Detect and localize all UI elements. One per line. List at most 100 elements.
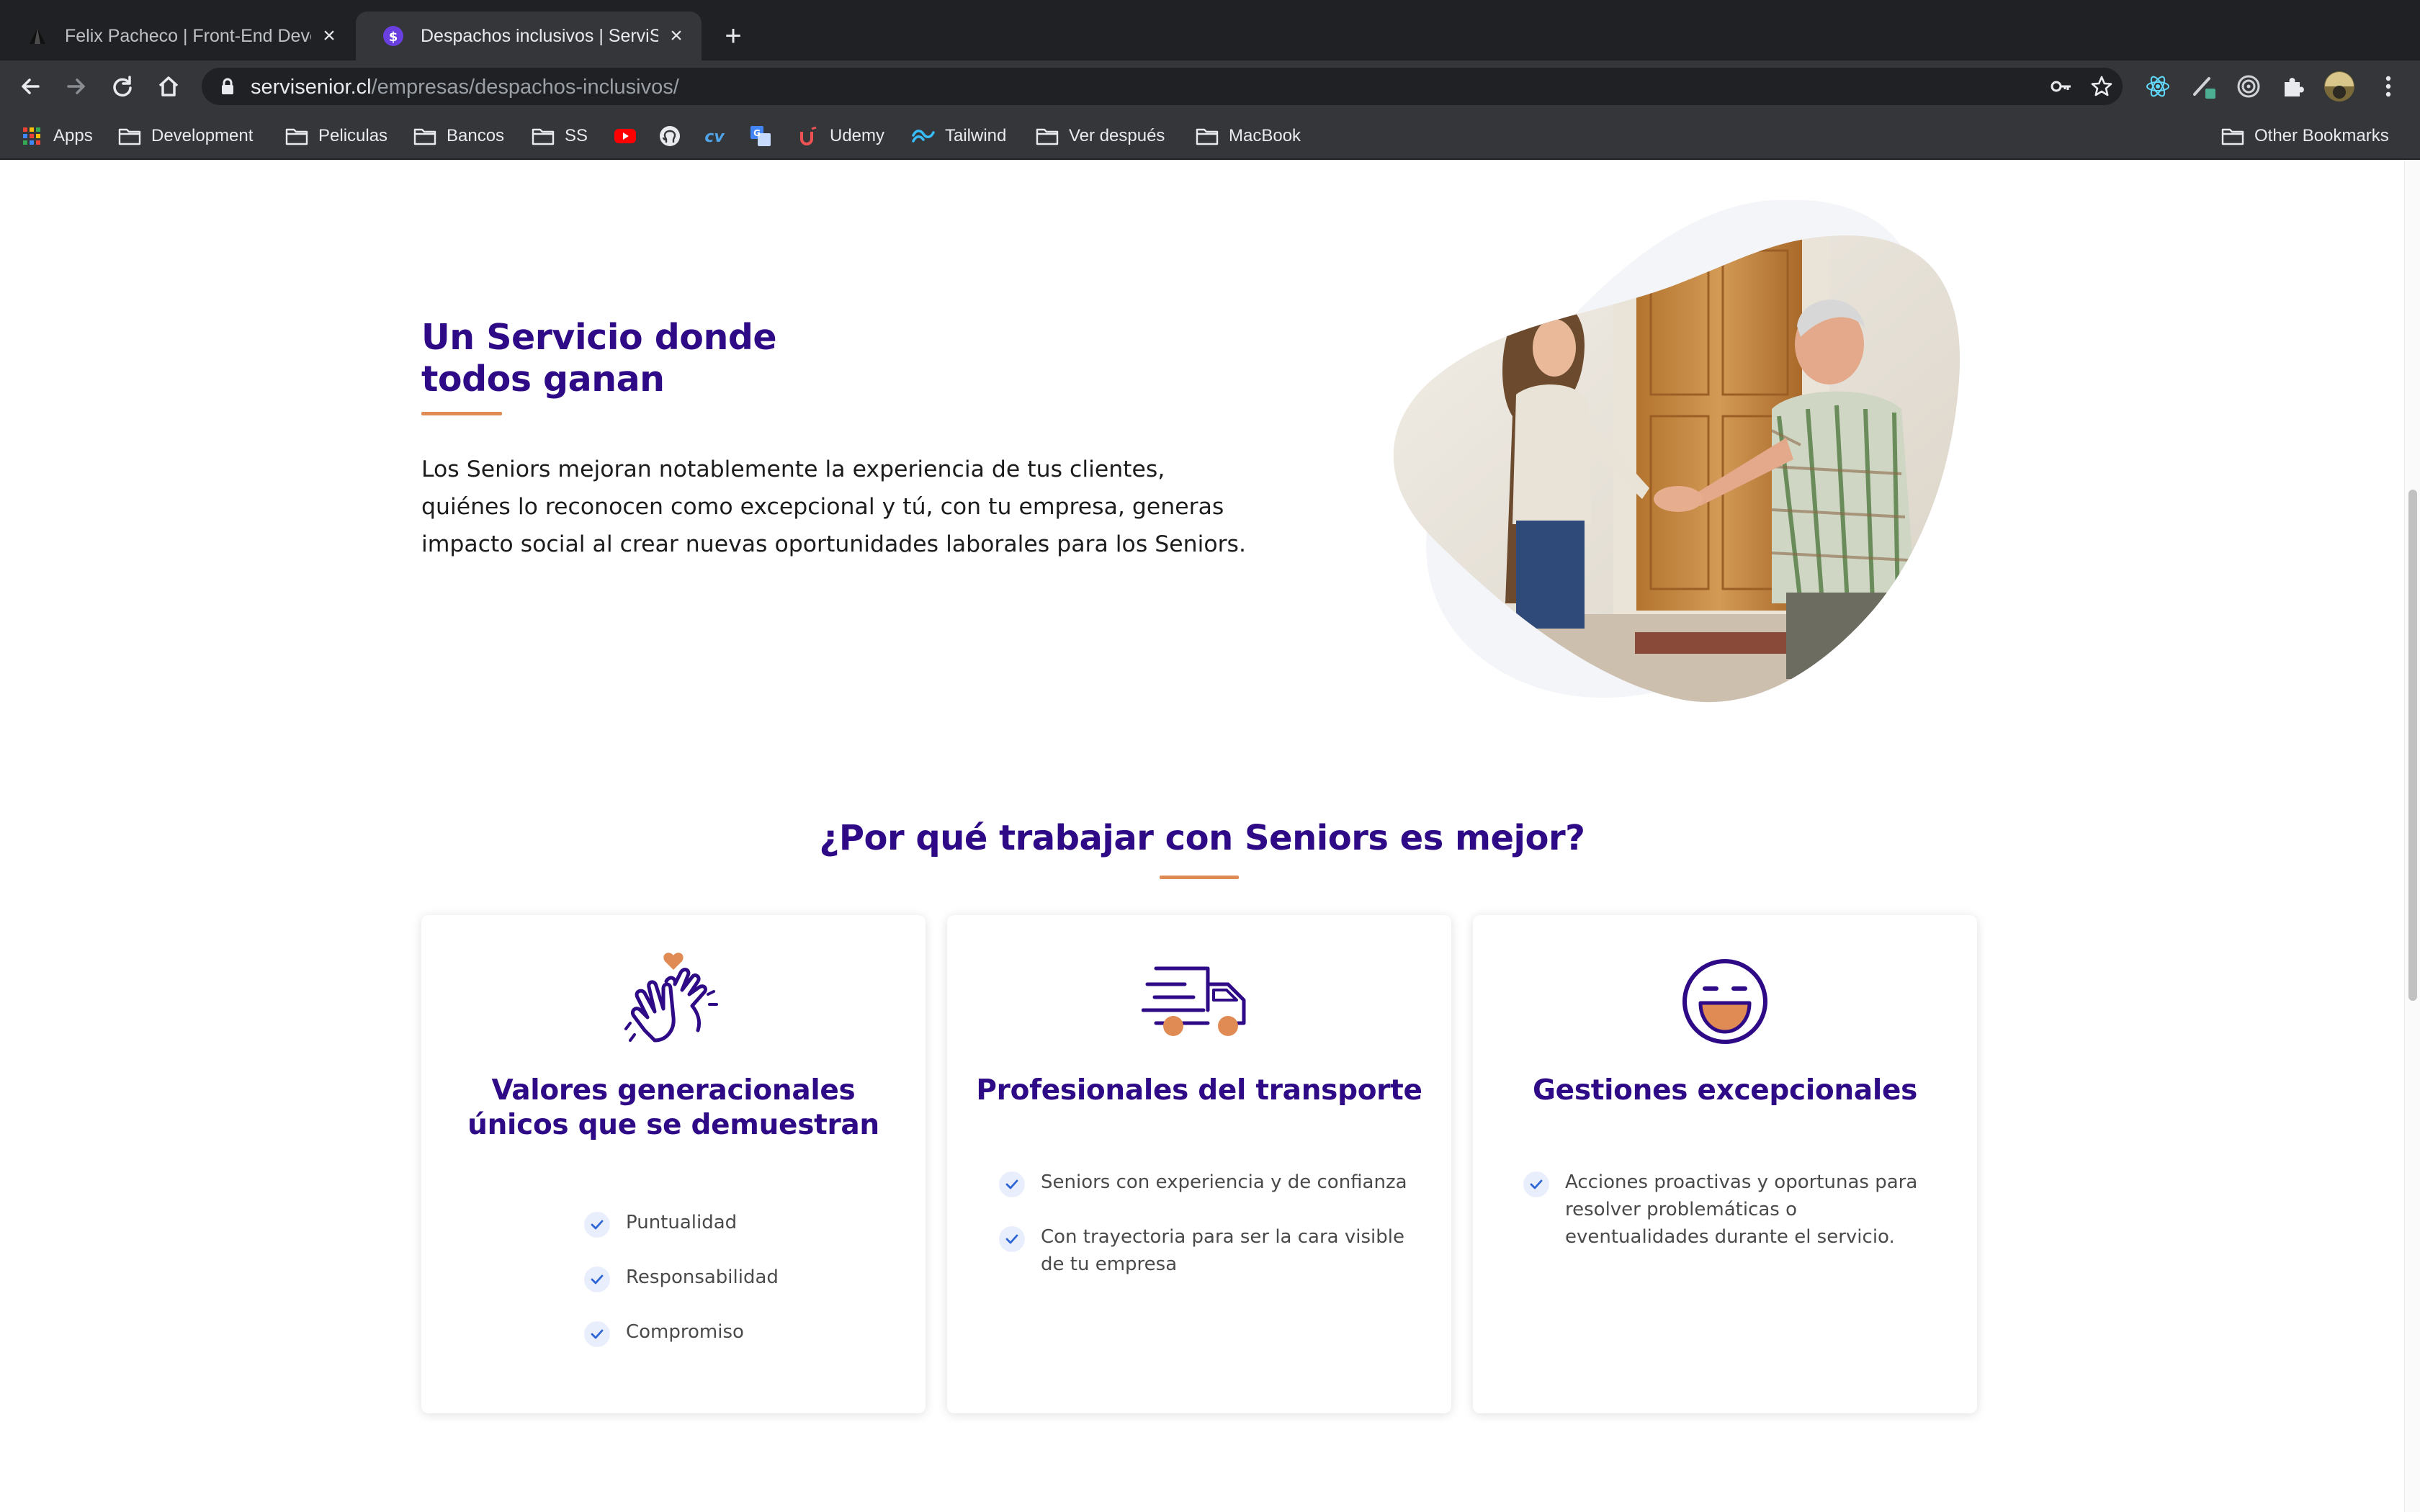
apps-grid-icon bbox=[20, 126, 43, 146]
hero-title-line: todos ganan bbox=[421, 359, 665, 400]
happy-face-icon bbox=[1473, 951, 1977, 1052]
reload-button[interactable] bbox=[107, 71, 138, 102]
check-icon bbox=[584, 1212, 610, 1238]
bookmark-other-bookmarks[interactable]: Other Bookmarks bbox=[2221, 122, 2389, 150]
arrow-left-icon bbox=[22, 78, 40, 94]
arrow-right-icon bbox=[67, 78, 85, 94]
bookmark-youtube[interactable] bbox=[614, 122, 637, 150]
feature-card: Profesionales del transporte Seniors con… bbox=[947, 915, 1451, 1413]
translate-icon: G bbox=[749, 126, 772, 146]
servisenior-s-icon: $ bbox=[382, 24, 405, 48]
bookmark-apps[interactable]: Apps bbox=[20, 122, 93, 150]
svg-text:$: $ bbox=[389, 30, 398, 45]
bookmarks-bar: Apps Development Peliculas Bancos SS cv … bbox=[0, 112, 2420, 160]
bookmark-macbook[interactable]: MacBook bbox=[1196, 122, 1301, 150]
hero-title: Un Servicio donde todos ganan bbox=[421, 317, 853, 400]
bookmark-ver-despues[interactable]: Ver después bbox=[1036, 122, 1165, 150]
bookmark-peliculas[interactable]: Peliculas bbox=[285, 122, 387, 150]
lock-icon bbox=[220, 78, 235, 99]
check-icon bbox=[1523, 1171, 1549, 1197]
react-devtools-icon[interactable] bbox=[2142, 71, 2174, 102]
avatar[interactable] bbox=[2323, 71, 2355, 102]
close-icon[interactable]: × bbox=[666, 25, 687, 47]
list-item: Acciones proactivas y oportunas para res… bbox=[1523, 1169, 1941, 1251]
title-underline bbox=[421, 412, 502, 415]
feature-list: Puntualidad Responsabilidad Compromiso bbox=[584, 1209, 779, 1347]
home-icon bbox=[158, 76, 179, 96]
feature-list: Acciones proactivas y oportunas para res… bbox=[1523, 1169, 1941, 1251]
key-icon[interactable] bbox=[2050, 75, 2073, 98]
address-bar[interactable]: servisenior.cl/empresas/despachos-inclus… bbox=[202, 68, 2123, 105]
bookmark-label: Development bbox=[151, 126, 254, 145]
feature-card: Valores generacionales únicos que se dem… bbox=[421, 915, 926, 1413]
list-item: Con trayectoria para ser la cara visible… bbox=[999, 1223, 1417, 1278]
new-tab-button[interactable]: + bbox=[719, 22, 748, 50]
bookmark-label: Other Bookmarks bbox=[2254, 126, 2389, 145]
section-title: ¿Por qué trabajar con Seniors es mejor? bbox=[819, 818, 1585, 858]
black-triangle-icon bbox=[26, 24, 49, 48]
list-item: Compromiso bbox=[584, 1318, 779, 1347]
tab-despachos-inclusivos[interactable]: $ Despachos inclusivos | ServiSenior × bbox=[356, 12, 702, 60]
browser-toolbar: servisenior.cl/empresas/despachos-inclus… bbox=[0, 60, 2420, 112]
bookmark-label: MacBook bbox=[1229, 126, 1301, 145]
target-extension-icon[interactable] bbox=[2233, 71, 2264, 102]
hero-image bbox=[1368, 199, 1973, 704]
bookmark-cv[interactable]: cv bbox=[703, 122, 726, 150]
pencil-extension-icon[interactable] bbox=[2188, 71, 2220, 102]
card-title: Profesionales del transporte bbox=[976, 1074, 1422, 1107]
bookmark-translate[interactable]: G bbox=[749, 122, 772, 150]
card-title: Valores generacionales únicos que se dem… bbox=[467, 1074, 879, 1141]
folder-icon bbox=[1036, 126, 1059, 146]
scrollbar-thumb[interactable] bbox=[2408, 490, 2417, 1001]
bookmark-label: Ver después bbox=[1069, 126, 1165, 145]
check-icon bbox=[999, 1171, 1025, 1197]
bookmark-label: SS bbox=[565, 126, 588, 145]
bookmark-label: Bancos bbox=[447, 126, 505, 145]
bookmark-development[interactable]: Development bbox=[118, 122, 253, 150]
page-viewport: Un Servicio donde todos ganan Los Senior… bbox=[0, 160, 2404, 1512]
bookmark-label: Udemy bbox=[830, 126, 885, 145]
more-menu-icon[interactable] bbox=[2372, 71, 2404, 102]
bookmark-tailwind[interactable]: Tailwind bbox=[912, 122, 1006, 150]
svg-text:G: G bbox=[753, 128, 761, 138]
puzzle-extensions-icon[interactable] bbox=[2277, 71, 2309, 102]
list-item: Seniors con experiencia y de confianza bbox=[999, 1169, 1417, 1197]
folder-icon bbox=[118, 126, 141, 146]
url-text: servisenior.cl/empresas/despachos-inclus… bbox=[251, 76, 679, 99]
svg-text:cv: cv bbox=[704, 128, 725, 145]
folder-icon bbox=[285, 126, 308, 146]
check-icon bbox=[584, 1321, 610, 1347]
feature-card: Gestiones excepcionales Acciones proacti… bbox=[1473, 915, 1977, 1413]
hero-description: Los Seniors mejoran notablemente la expe… bbox=[421, 456, 1246, 557]
tab-title: Despachos inclusivos | ServiSenior bbox=[421, 25, 658, 46]
card-title: Gestiones excepcionales bbox=[1532, 1074, 1918, 1107]
clapping-hands-heart-icon bbox=[421, 951, 926, 1052]
hero-title-line: Un Servicio donde bbox=[421, 317, 777, 358]
folder-icon bbox=[1196, 126, 1219, 146]
cv-icon: cv bbox=[703, 126, 726, 146]
folder-icon bbox=[532, 126, 555, 146]
section-title-underline bbox=[1160, 876, 1239, 879]
bookmark-ss[interactable]: SS bbox=[532, 122, 588, 150]
tab-strip: Felix Pacheco | Front-End Developer × $ … bbox=[0, 0, 2420, 60]
bookmark-bancos[interactable]: Bancos bbox=[413, 122, 504, 150]
forward-button[interactable] bbox=[60, 71, 92, 102]
back-button[interactable] bbox=[14, 71, 46, 102]
home-button[interactable] bbox=[153, 71, 184, 102]
folder-icon bbox=[2221, 126, 2244, 146]
page-scrollbar[interactable] bbox=[2404, 160, 2420, 1512]
tailwind-icon bbox=[912, 126, 935, 146]
check-icon bbox=[999, 1226, 1025, 1252]
bookmark-label: Apps bbox=[53, 126, 93, 145]
tab-title: Felix Pacheco | Front-End Developer bbox=[65, 25, 311, 46]
bookmark-label: Tailwind bbox=[945, 126, 1007, 145]
reload-icon bbox=[113, 76, 132, 97]
bookmark-github[interactable] bbox=[658, 122, 681, 150]
udemy-icon bbox=[797, 126, 820, 146]
close-icon[interactable]: × bbox=[318, 25, 340, 47]
tab-felix-pacheco[interactable]: Felix Pacheco | Front-End Developer × bbox=[0, 12, 354, 60]
star-icon[interactable] bbox=[2090, 75, 2113, 98]
youtube-icon bbox=[614, 126, 637, 146]
list-item: Responsabilidad bbox=[584, 1264, 779, 1292]
bookmark-udemy[interactable]: Udemy bbox=[797, 122, 884, 150]
